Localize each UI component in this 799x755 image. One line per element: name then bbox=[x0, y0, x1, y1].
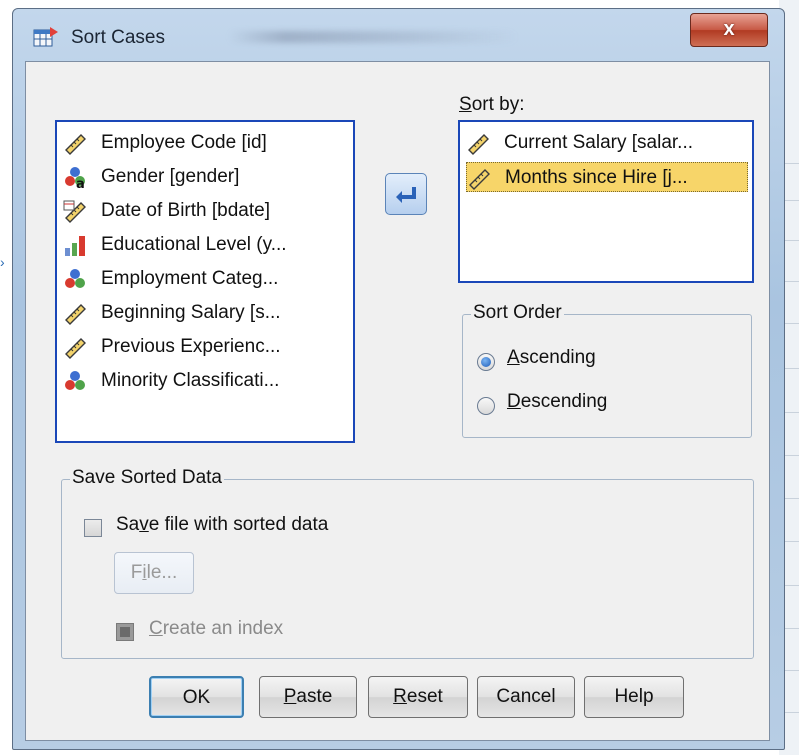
variable-item-label: Beginning Salary [s... bbox=[101, 302, 281, 323]
variable-item[interactable]: a Gender [gender] bbox=[63, 162, 343, 192]
variable-item-label: Employee Code [id] bbox=[101, 132, 267, 153]
ordinal-bars-icon bbox=[65, 236, 85, 256]
save-file-label[interactable]: Save file with sorted data bbox=[116, 514, 328, 536]
sort-by-item-label: Current Salary [salar... bbox=[504, 132, 694, 153]
dataset-table-icon bbox=[33, 27, 58, 47]
descending-radio[interactable] bbox=[477, 397, 495, 415]
scale-ruler-icon bbox=[65, 134, 86, 155]
save-sorted-data-title: Save Sorted Data bbox=[70, 467, 224, 489]
sort-order-title: Sort Order bbox=[471, 302, 564, 324]
scale-ruler-icon bbox=[65, 304, 86, 325]
save-sorted-data-group: Save Sorted Data Save file with sorted d… bbox=[61, 467, 754, 659]
paste-button[interactable]: Paste bbox=[259, 676, 357, 718]
date-scale-icon bbox=[63, 200, 86, 223]
sort-by-label: Sort by: bbox=[459, 94, 525, 115]
title-bar[interactable]: Sort Cases x bbox=[13, 9, 784, 61]
ok-button[interactable]: OK bbox=[149, 676, 244, 718]
variable-item[interactable]: Employment Categ... bbox=[63, 264, 343, 294]
scale-ruler-icon bbox=[469, 169, 490, 190]
variable-item[interactable]: Minority Classificati... bbox=[63, 366, 343, 396]
scale-ruler-icon bbox=[65, 338, 86, 359]
variable-item[interactable]: Employee Code [id] bbox=[63, 128, 343, 158]
file-button[interactable]: File... bbox=[114, 552, 194, 594]
reset-button[interactable]: Reset bbox=[368, 676, 468, 718]
variable-item-label: Employment Categ... bbox=[101, 268, 279, 289]
arrow-left-icon bbox=[396, 187, 416, 203]
create-index-checkbox[interactable] bbox=[116, 623, 134, 641]
variables-listbox[interactable]: Employee Code [id] a Gender [gender] Date o… bbox=[55, 120, 355, 443]
close-button[interactable]: x bbox=[690, 13, 768, 47]
variable-item-label: Gender [gender] bbox=[101, 166, 240, 187]
help-button[interactable]: Help bbox=[584, 676, 684, 718]
nominal-icon bbox=[65, 371, 85, 390]
variable-item[interactable]: Previous Experienc... bbox=[63, 332, 343, 362]
nominal-string-icon: a bbox=[65, 167, 85, 189]
sort-order-group: Sort Order Ascending Descending bbox=[462, 302, 752, 438]
variable-item[interactable]: Beginning Salary [s... bbox=[63, 298, 343, 328]
ascending-radio[interactable] bbox=[477, 353, 495, 371]
variable-item[interactable]: Date of Birth [bdate] bbox=[63, 196, 343, 226]
blurred-title-text bbox=[228, 31, 518, 43]
ascending-label[interactable]: Ascending bbox=[507, 347, 596, 369]
scale-ruler-icon bbox=[468, 134, 489, 155]
sort-cases-dialog: Sort Cases x Employee Code [id] a Gender [… bbox=[12, 8, 785, 750]
cancel-button[interactable]: Cancel bbox=[477, 676, 575, 718]
sort-by-item[interactable]: Months since Hire [j... bbox=[466, 162, 748, 192]
svg-text:a: a bbox=[76, 177, 85, 189]
sort-by-item[interactable]: Current Salary [salar... bbox=[466, 128, 748, 158]
sort-by-item-label: Months since Hire [j... bbox=[505, 167, 688, 188]
window-title: Sort Cases bbox=[71, 27, 165, 48]
move-variable-button[interactable] bbox=[385, 173, 427, 215]
variable-item-label: Minority Classificati... bbox=[101, 370, 280, 391]
variable-item[interactable]: Educational Level (y... bbox=[63, 230, 343, 260]
save-file-checkbox[interactable] bbox=[84, 519, 102, 537]
descending-label[interactable]: Descending bbox=[507, 391, 607, 413]
nominal-icon bbox=[65, 269, 85, 288]
variable-item-label: Date of Birth [bdate] bbox=[101, 200, 270, 221]
dialog-body: Employee Code [id] a Gender [gender] Date o… bbox=[25, 61, 770, 741]
chevron-right-icon: › bbox=[0, 254, 5, 270]
variable-item-label: Educational Level (y... bbox=[101, 234, 287, 255]
create-index-label: Create an index bbox=[149, 618, 284, 639]
sort-by-listbox[interactable]: Current Salary [salar... Months since Hir… bbox=[458, 120, 754, 283]
variable-item-label: Previous Experienc... bbox=[101, 336, 281, 357]
